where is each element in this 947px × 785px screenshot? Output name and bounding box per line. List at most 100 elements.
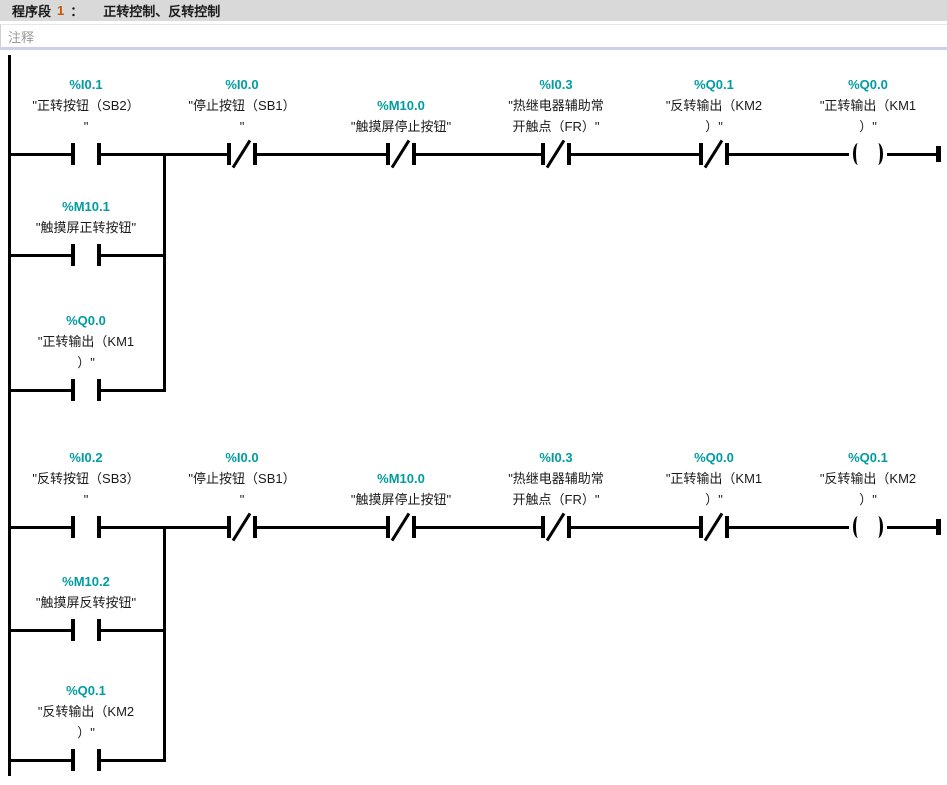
operand-address[interactable]: %Q0.0: [786, 74, 947, 95]
operand-address[interactable]: %I0.0: [160, 447, 324, 468]
operand-label: %M10.1 "触摸屏正转按钮": [4, 196, 168, 238]
operand-label: %Q0.1 "反转输出（KM2 ）": [4, 680, 168, 743]
operand-name-line: "停止按钮（SB1）: [188, 98, 296, 113]
network-header[interactable]: 程序段 1 ： 正转控制、反转控制: [0, 0, 947, 21]
operand-address[interactable]: %Q0.1: [4, 680, 168, 701]
operand-name-line: ": [239, 119, 245, 134]
comment-placeholder: 注释: [8, 29, 35, 45]
contact-left-bar: [699, 516, 703, 538]
network-label-prefix: 程序段: [12, 4, 52, 19]
contact-right-bar: [725, 516, 729, 538]
operand-name-line: ）": [705, 492, 723, 507]
operand-label: %I0.2 "反转按钮（SB3） ": [4, 447, 168, 510]
operand-label: %Q0.1 "反转输出（KM2 ）": [786, 447, 947, 510]
operand-name-line: "正转输出（KM1: [819, 98, 917, 113]
contact-no[interactable]: [71, 514, 101, 540]
coil[interactable]: [849, 514, 887, 540]
operand-address[interactable]: %I0.3: [474, 447, 638, 468]
network-number: 1: [57, 3, 65, 18]
operand-address[interactable]: %Q0.0: [632, 447, 796, 468]
contact-nc[interactable]: [227, 139, 257, 169]
operand-name-line: "停止按钮（SB1）: [188, 471, 296, 486]
contact-right-bar: [97, 516, 101, 538]
contact-left-bar: [71, 516, 75, 538]
operand-name-line: 开触点（FR）": [512, 492, 600, 507]
coil-left-paren: [853, 143, 863, 165]
contact-no[interactable]: [71, 747, 101, 773]
coil[interactable]: [849, 141, 887, 167]
operand-address[interactable]: %I0.1: [4, 74, 168, 95]
contact-right-bar: [97, 619, 101, 641]
operand-label: %I0.3 "热继电器辅助常 开触点（FR）": [474, 447, 638, 510]
network-separator-line: [0, 47, 947, 50]
contact-nc[interactable]: [699, 512, 729, 542]
network-title[interactable]: 正转控制、反转控制: [103, 1, 220, 20]
contact-nc[interactable]: [386, 139, 416, 169]
operand-address[interactable]: %I0.2: [4, 447, 168, 468]
operand-address[interactable]: %M10.1: [4, 196, 168, 217]
left-power-rail: [8, 55, 11, 776]
operand-address[interactable]: %M10.0: [319, 468, 483, 489]
contact-left-bar: [699, 143, 703, 165]
contact-nc[interactable]: [386, 512, 416, 542]
operand-name-line: "触摸屏停止按钮": [350, 492, 452, 507]
contact-left-bar: [227, 516, 231, 538]
operand-address[interactable]: %Q0.0: [4, 310, 168, 331]
operand-address[interactable]: %Q0.1: [632, 74, 796, 95]
contact-right-bar: [97, 749, 101, 771]
operand-name-line: ": [83, 119, 89, 134]
operand-address[interactable]: %I0.0: [160, 74, 324, 95]
contact-no[interactable]: [71, 377, 101, 403]
contact-no[interactable]: [71, 242, 101, 268]
contact-right-bar: [97, 143, 101, 165]
operand-name-line: "正转输出（KM1: [37, 334, 135, 349]
contact-left-bar: [386, 516, 390, 538]
contact-left-bar: [71, 244, 75, 266]
nc-slash: [231, 139, 252, 169]
operand-label: %M10.0 "触摸屏停止按钮": [319, 95, 483, 137]
operand-name-line: ）": [859, 492, 877, 507]
contact-left-bar: [71, 379, 75, 401]
operand-name-line: "反转输出（KM2: [665, 98, 763, 113]
operand-label: %I0.0 "停止按钮（SB1） ": [160, 74, 324, 137]
contact-left-bar: [227, 143, 231, 165]
operand-name-line: "正转按钮（SB2）: [32, 98, 140, 113]
operand-name-line: "触摸屏正转按钮": [35, 220, 137, 235]
contact-nc[interactable]: [541, 512, 571, 542]
operand-name-line: ）": [77, 355, 95, 370]
nc-slash: [390, 139, 411, 169]
contact-left-bar: [71, 143, 75, 165]
contact-no[interactable]: [71, 617, 101, 643]
contact-nc[interactable]: [541, 139, 571, 169]
operand-label: %M10.0 "触摸屏停止按钮": [319, 468, 483, 510]
contact-right-bar: [567, 516, 571, 538]
operand-name-line: "反转输出（KM2: [37, 704, 135, 719]
operand-name-line: "触摸屏反转按钮": [35, 595, 137, 610]
operand-name-line: ": [239, 492, 245, 507]
network-label-colon: ：: [70, 4, 84, 19]
network-comment-field[interactable]: 注释: [0, 24, 947, 47]
contact-nc[interactable]: [699, 139, 729, 169]
operand-label: %Q0.0 "正转输出（KM1 ）": [632, 447, 796, 510]
nc-slash: [703, 139, 724, 169]
right-rail-stub: [936, 146, 941, 162]
operand-name-line: "正转输出（KM1: [665, 471, 763, 486]
operand-name-line: ）": [859, 119, 877, 134]
operand-name-line: "热继电器辅助常: [508, 98, 604, 113]
rung-wire: [8, 526, 941, 529]
operand-label: %Q0.0 "正转输出（KM1 ）": [786, 74, 947, 137]
contact-no[interactable]: [71, 141, 101, 167]
operand-address[interactable]: %M10.2: [4, 571, 168, 592]
nc-slash: [703, 512, 724, 542]
contact-right-bar: [567, 143, 571, 165]
contact-nc[interactable]: [227, 512, 257, 542]
contact-left-bar: [541, 516, 545, 538]
contact-right-bar: [725, 143, 729, 165]
operand-address[interactable]: %Q0.1: [786, 447, 947, 468]
ladder-editor-canvas: %I0.1 "正转按钮（SB2） " %I0.0 "停止按钮（SB1） " %M10.0 "触…: [0, 0, 947, 785]
operand-name-line: ）": [705, 119, 723, 134]
operand-address[interactable]: %M10.0: [319, 95, 483, 116]
operand-name-line: 开触点（FR）": [512, 119, 600, 134]
operand-address[interactable]: %I0.3: [474, 74, 638, 95]
contact-right-bar: [253, 143, 257, 165]
